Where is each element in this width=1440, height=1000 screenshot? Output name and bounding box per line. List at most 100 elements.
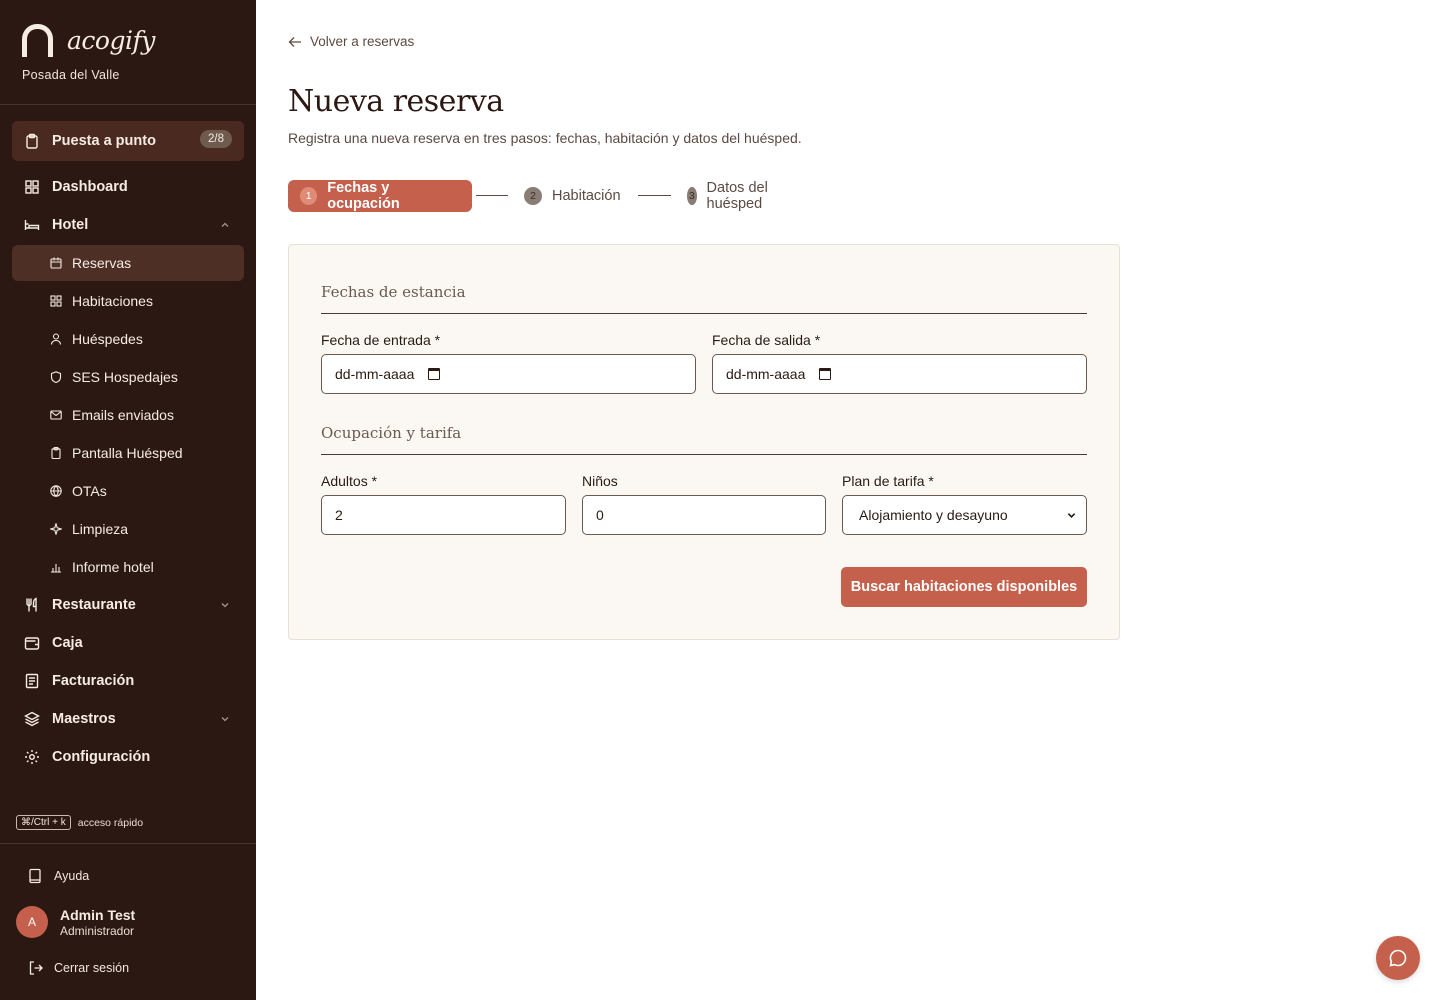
sidebar-item-label: Pantalla Huésped (72, 445, 183, 461)
checkin-value: dd-mm-aaaa (335, 366, 415, 382)
quick-access-hint: ⌘/Ctrl + k acceso rápido (16, 815, 143, 830)
sidebar-item-restaurante[interactable]: Restaurante (12, 587, 244, 623)
checkin-date-field[interactable]: dd-mm-aaaa (321, 354, 696, 394)
page-title: Nueva reserva (288, 84, 504, 119)
sidebar-item-label: Puesta a punto (52, 133, 156, 149)
sidebar-item-ses-hospedajes[interactable]: SES Hospedajes (12, 359, 244, 395)
sidebar-item-label: Reservas (72, 255, 132, 271)
sidebar-item-label: SES Hospedajes (72, 369, 178, 385)
sidebar-item-limpieza[interactable]: Limpieza (12, 511, 244, 547)
sidebar-item-hotel[interactable]: Hotel (12, 207, 244, 243)
rate-plan-select[interactable]: Alojamiento y desayuno (842, 495, 1087, 535)
avatar: A (16, 906, 48, 938)
rate-plan-label: Plan de tarifa * (842, 473, 934, 489)
checkin-label: Fecha de entrada * (321, 332, 441, 348)
clipboard-icon (26, 133, 38, 149)
chevron-down-icon (221, 603, 229, 608)
step-label: Fechas y ocupación (327, 180, 400, 212)
sidebar-item-label: OTAs (72, 483, 107, 499)
step-connector (476, 195, 508, 196)
sidebar-item-habitaciones[interactable]: Habitaciones (12, 283, 244, 319)
step-dates-occupancy[interactable]: 1 Fechas y ocupación (288, 180, 472, 212)
bar-chart-icon (51, 564, 61, 573)
sidebar-item-maestros[interactable]: Maestros (12, 701, 244, 737)
layers-icon (24, 711, 40, 727)
sidebar-item-dashboard[interactable]: Dashboard (12, 169, 244, 205)
section-title-dates: Fechas de estancia (321, 283, 466, 301)
step-guest-data[interactable]: 3 Datos del huésped (687, 180, 771, 212)
logout-icon (29, 961, 43, 975)
grid-icon (25, 180, 39, 194)
adults-value: 2 (335, 507, 343, 523)
arrow-left-icon (288, 36, 301, 47)
children-input[interactable]: 0 (582, 495, 826, 535)
checkout-label: Fecha de salida * (712, 332, 821, 348)
book-icon (29, 868, 41, 884)
user-role: Administrador (60, 923, 135, 938)
receipt-icon (25, 673, 39, 689)
setup-progress-badge: 2/8 (200, 130, 232, 148)
sidebar-item-informe-hotel[interactable]: Informe hotel (12, 549, 244, 585)
step-number: 2 (524, 187, 542, 205)
globe-icon (50, 485, 62, 497)
gear-icon (25, 750, 39, 764)
back-to-reservations-link[interactable]: Volver a reservas (288, 34, 414, 49)
step-number: 1 (300, 187, 318, 205)
sidebar-item-label: Emails enviados (72, 407, 174, 423)
shortcut-label: acceso rápido (77, 816, 144, 829)
brand-logo[interactable]: acogify (22, 22, 155, 58)
step-room[interactable]: 2 Habitación (524, 180, 621, 212)
search-available-rooms-button[interactable]: Buscar habitaciones disponibles (841, 567, 1087, 607)
sidebar-item-configuracion[interactable]: Configuración (12, 739, 244, 775)
sidebar-item-otas[interactable]: OTAs (12, 473, 244, 509)
chat-bubble-icon (1389, 949, 1407, 967)
chevron-down-icon (221, 717, 229, 722)
sidebar: acogify Posada del Valle Puesta a punto … (0, 0, 256, 1000)
step-number: 3 (687, 187, 697, 205)
sidebar-divider (0, 843, 256, 844)
sidebar-item-facturacion[interactable]: Facturación (12, 663, 244, 699)
shield-icon (50, 371, 62, 383)
checkout-value: dd-mm-aaaa (726, 366, 806, 382)
sidebar-item-setup[interactable]: Puesta a punto 2/8 (12, 121, 244, 161)
sidebar-item-reservas[interactable]: Reservas (12, 245, 244, 281)
section-divider (321, 313, 1087, 314)
step-connector (638, 195, 671, 196)
hotel-name: Posada del Valle (22, 68, 120, 82)
mail-icon (50, 410, 62, 420)
children-label: Niños (582, 473, 618, 489)
calendar-icon (50, 257, 62, 269)
section-title-occupancy: Ocupación y tarifa (321, 424, 462, 442)
calendar-icon[interactable] (428, 368, 441, 380)
utensils-icon (26, 597, 37, 612)
sidebar-item-label: Caja (52, 635, 83, 651)
chevron-up-icon (221, 222, 229, 227)
chat-button[interactable] (1376, 936, 1420, 980)
step-label: Habitación (552, 188, 621, 204)
checkout-date-field[interactable]: dd-mm-aaaa (712, 354, 1087, 394)
sidebar-item-label: Restaurante (52, 597, 136, 613)
user-profile[interactable]: A Admin Test Administrador (16, 906, 135, 938)
adults-input[interactable]: 2 (321, 495, 566, 535)
logo-arch-icon (22, 23, 53, 57)
page-subtitle: Registra una nueva reserva en tres pasos… (288, 130, 802, 146)
shortcut-key: ⌘/Ctrl + k (16, 815, 71, 830)
rate-plan-value: Alojamiento y desayuno (859, 507, 1008, 523)
clipboard-icon (51, 447, 61, 459)
help-link[interactable]: Ayuda (28, 868, 89, 884)
sidebar-item-caja[interactable]: Caja (12, 625, 244, 661)
sparkle-icon (50, 523, 62, 535)
sidebar-item-emails-enviados[interactable]: Emails enviados (12, 397, 244, 433)
sidebar-item-label: Informe hotel (72, 559, 154, 575)
logout-button[interactable]: Cerrar sesión (28, 960, 129, 976)
wallet-icon (24, 637, 40, 650)
bed-icon (24, 220, 40, 230)
calendar-icon[interactable] (819, 368, 832, 380)
section-divider (321, 454, 1087, 455)
step-label: Datos del huésped (706, 180, 768, 212)
sidebar-item-label: Limpieza (72, 521, 129, 537)
sidebar-item-pantalla-huesped[interactable]: Pantalla Huésped (12, 435, 244, 471)
logout-label: Cerrar sesión (54, 961, 130, 975)
back-link-label: Volver a reservas (310, 34, 415, 49)
sidebar-item-huespedes[interactable]: Huéspedes (12, 321, 244, 357)
